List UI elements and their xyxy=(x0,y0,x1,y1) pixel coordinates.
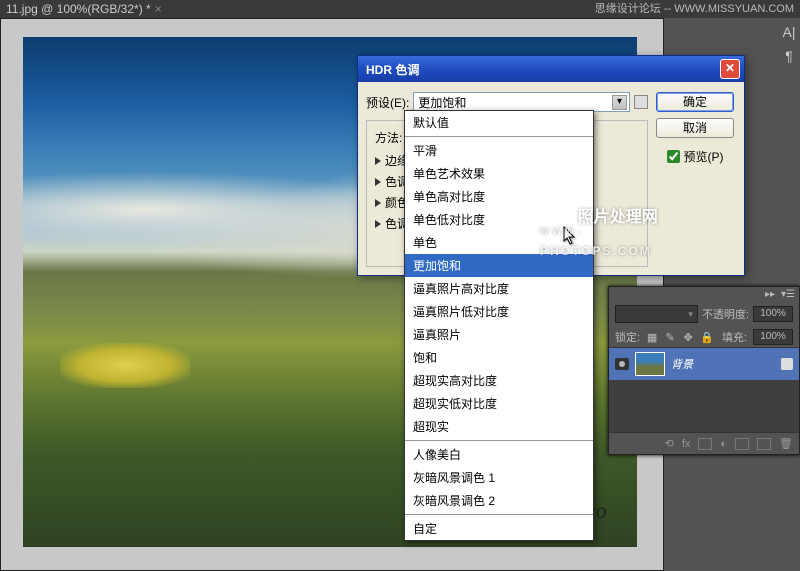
close-icon[interactable]: ✕ xyxy=(720,59,740,79)
preset-option[interactable]: 超现实低对比度 xyxy=(405,392,593,415)
cancel-button[interactable]: 取消 xyxy=(656,118,734,138)
preset-option[interactable]: 默认值 xyxy=(405,111,593,134)
preset-option[interactable]: 单色高对比度 xyxy=(405,185,593,208)
mask-icon[interactable] xyxy=(698,438,712,450)
lock-position-icon[interactable]: ✥ xyxy=(682,331,694,343)
fill-label: 填充: xyxy=(722,329,747,345)
site-watermark: 思缘设计论坛 -- WWW.MISSYUAN.COM xyxy=(595,0,794,16)
triangle-icon xyxy=(375,157,381,165)
preset-label: 预设(E): xyxy=(366,94,409,111)
separator xyxy=(405,440,593,441)
triangle-icon xyxy=(375,178,381,186)
chevron-down-icon[interactable]: ▾ xyxy=(612,95,627,110)
preview-checkbox[interactable]: 预览(P) xyxy=(667,148,724,165)
separator xyxy=(405,136,593,137)
chevron-down-icon: ▾ xyxy=(688,309,693,320)
ok-button[interactable]: 确定 xyxy=(656,92,734,112)
layer-row[interactable]: 背景 xyxy=(609,348,799,380)
group-icon[interactable] xyxy=(735,438,749,450)
preset-option[interactable]: 单色艺术效果 xyxy=(405,162,593,185)
method-label: 方法: xyxy=(375,131,402,145)
triangle-icon xyxy=(375,199,381,207)
highlight xyxy=(60,343,190,388)
dialog-titlebar[interactable]: HDR 色调 ✕ xyxy=(358,56,744,82)
layers-empty-area[interactable] xyxy=(609,380,799,432)
preset-option[interactable]: 平滑 xyxy=(405,139,593,162)
adjustment-icon[interactable]: ◐ xyxy=(720,438,727,450)
visibility-eye-icon[interactable] xyxy=(615,358,629,370)
lock-transparent-icon[interactable]: ▦ xyxy=(646,331,658,343)
lock-all-icon[interactable]: 🔒 xyxy=(700,331,712,343)
layer-name[interactable]: 背景 xyxy=(671,356,693,372)
preset-option[interactable]: 超现实 xyxy=(405,415,593,438)
blend-mode-combo[interactable]: ▾ xyxy=(615,305,698,323)
preview-check-input[interactable] xyxy=(667,150,680,163)
opacity-label: 不透明度: xyxy=(702,306,749,322)
trash-icon[interactable]: 🗑 xyxy=(779,437,793,450)
preset-option[interactable]: 灰暗风景调色 2 xyxy=(405,489,593,512)
preset-option[interactable]: 饱和 xyxy=(405,346,593,369)
link-layers-icon[interactable]: ⟲ xyxy=(665,437,674,450)
preset-option[interactable]: 人像美白 xyxy=(405,443,593,466)
tab-title: 11.jpg @ 100%(RGB/32*) * xyxy=(6,2,151,16)
preset-option[interactable]: 超现实高对比度 xyxy=(405,369,593,392)
panel-menu-icon[interactable]: ▾☰ xyxy=(781,289,795,300)
triangle-icon xyxy=(375,220,381,228)
preset-option[interactable]: 逼真照片 xyxy=(405,323,593,346)
lock-label: 锁定: xyxy=(615,329,640,345)
type-icon[interactable]: A| xyxy=(783,24,796,40)
layers-panel: ▸▸ ▾☰ ▾ 不透明度: 100% 锁定: ▦ ✎ ✥ 🔒 填充: 100% 背… xyxy=(608,286,800,455)
preset-value: 更加饱和 xyxy=(418,94,466,111)
fill-value[interactable]: 100% xyxy=(753,329,793,345)
lock-pixels-icon[interactable]: ✎ xyxy=(664,331,676,343)
preset-dropdown-list[interactable]: 默认值平滑单色艺术效果单色高对比度单色低对比度单色更加饱和逼真照片高对比度逼真照… xyxy=(404,110,594,541)
preset-option[interactable]: 逼真照片高对比度 xyxy=(405,277,593,300)
paragraph-icon[interactable]: ¶ xyxy=(785,48,793,64)
tab-close-icon[interactable]: × xyxy=(155,2,162,16)
preset-option[interactable]: 自定 xyxy=(405,517,593,540)
preset-combobox[interactable]: 更加饱和 ▾ xyxy=(413,92,630,112)
separator xyxy=(405,514,593,515)
lock-row: 锁定: ▦ ✎ ✥ 🔒 填充: 100% xyxy=(609,327,799,348)
fx-icon[interactable]: fx xyxy=(682,438,691,450)
lock-icon[interactable] xyxy=(781,358,793,370)
collapse-icon[interactable]: ▸▸ xyxy=(765,289,775,300)
dialog-title-text: HDR 色调 xyxy=(366,61,720,78)
new-layer-icon[interactable] xyxy=(757,438,771,450)
panel-header[interactable]: ▸▸ ▾☰ xyxy=(609,287,799,301)
preset-option[interactable]: 逼真照片低对比度 xyxy=(405,300,593,323)
opacity-value[interactable]: 100% xyxy=(753,306,793,322)
layer-thumbnail[interactable] xyxy=(635,352,665,376)
photops-watermark: 照片处理网 www. PHOTOPS.COM xyxy=(540,225,652,262)
preset-option[interactable]: 灰暗风景调色 1 xyxy=(405,466,593,489)
layers-footer: ⟲ fx ◐ 🗑 xyxy=(609,432,799,454)
preset-menu-icon[interactable] xyxy=(634,95,648,109)
